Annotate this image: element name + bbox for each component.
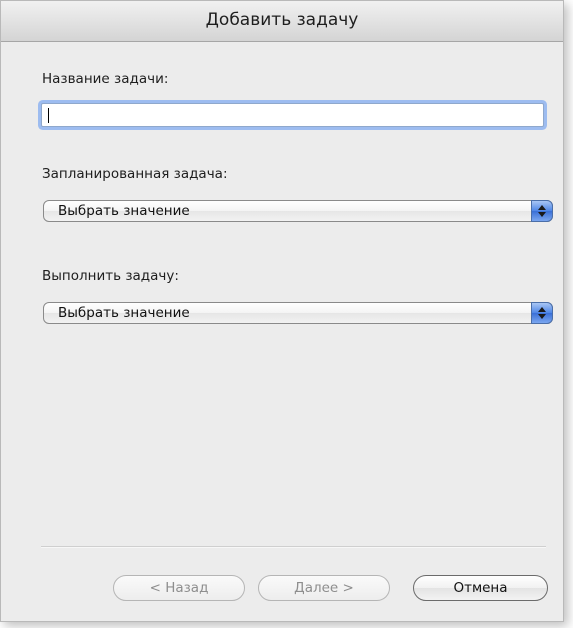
select-stepper-icon (531, 200, 553, 222)
task-name-label: Название задачи: (42, 71, 169, 87)
back-button[interactable]: < Назад (113, 575, 245, 601)
execute-task-select[interactable]: Выбрать значение (43, 302, 553, 324)
select-stepper-icon (531, 302, 553, 324)
execute-task-label: Выполнить задачу: (42, 268, 179, 284)
add-task-dialog: Добавить задачу Название задачи: Заплани… (0, 0, 564, 622)
chevron-up-icon (538, 205, 546, 210)
chevron-down-icon (538, 212, 546, 217)
chevron-down-icon (538, 314, 546, 319)
scheduled-task-select[interactable]: Выбрать значение (43, 200, 553, 222)
text-caret (48, 108, 49, 123)
window-title: Добавить задачу (205, 10, 359, 30)
next-button[interactable]: Далее > (258, 575, 390, 601)
scheduled-task-label: Запланированная задача: (42, 166, 228, 182)
title-bar[interactable]: Добавить задачу (1, 1, 563, 42)
cancel-button[interactable]: Отмена (413, 575, 548, 601)
task-name-input[interactable] (41, 103, 544, 127)
footer-divider (41, 546, 546, 548)
scheduled-task-value: Выбрать значение (58, 203, 190, 219)
chevron-up-icon (538, 307, 546, 312)
execute-task-value: Выбрать значение (58, 305, 190, 321)
